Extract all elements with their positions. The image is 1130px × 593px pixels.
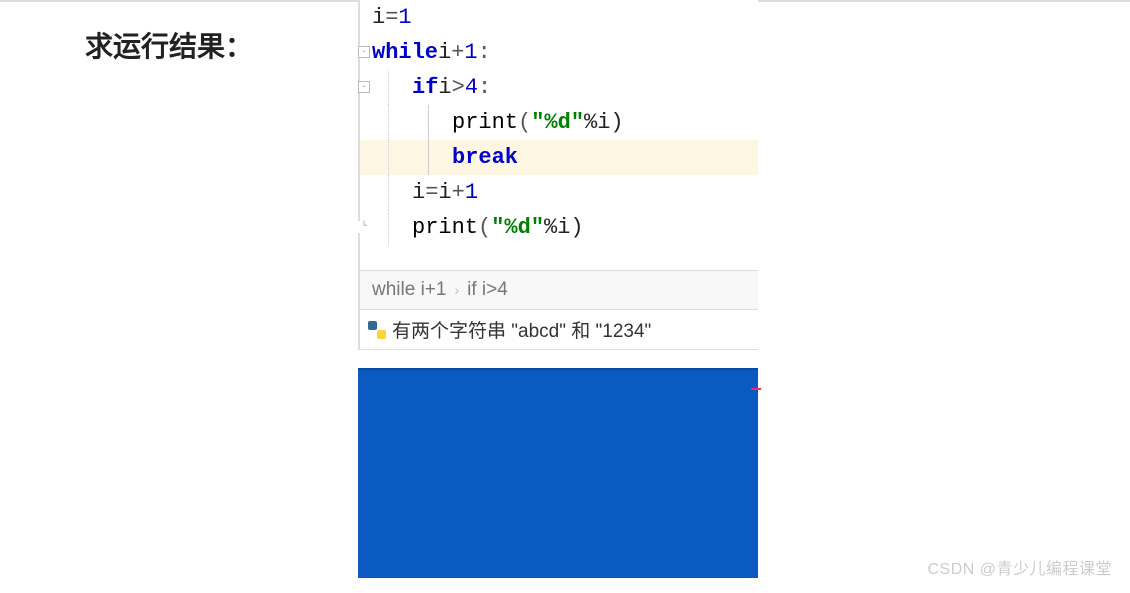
code-line-2[interactable]: - while i+1:	[360, 35, 758, 70]
paren-open: (	[518, 105, 531, 140]
str: "%d"	[491, 210, 544, 245]
paren-open: (	[478, 210, 491, 245]
indent-guide-2	[428, 140, 429, 175]
breadcrumb-item-while[interactable]: while i+1	[372, 279, 446, 301]
rhs: i	[438, 175, 451, 210]
expr-4: 4	[465, 70, 478, 105]
tab-label[interactable]: 有两个字符串 "abcd" 和 "1234"	[392, 316, 651, 343]
expr-i: i	[438, 70, 451, 105]
code-line-blank[interactable]	[360, 245, 758, 270]
indent-guide	[388, 140, 389, 175]
op-plus: +	[451, 35, 464, 70]
code-editor[interactable]: i=1 - while i+1: - if i>4: print("%d"%i)…	[360, 0, 758, 270]
chevron-right-icon: ›	[454, 282, 459, 298]
indent-guide	[388, 105, 389, 140]
code-line-4[interactable]: print("%d"%i)	[360, 105, 758, 140]
code-line-1[interactable]: i=1	[360, 0, 758, 35]
colon: :	[478, 70, 491, 105]
code-line-6[interactable]: i=i+1	[360, 175, 758, 210]
fold-icon[interactable]: └	[358, 221, 370, 233]
kw-break: break	[452, 140, 518, 175]
op-eq: =	[425, 175, 438, 210]
code-panel: i=1 - while i+1: - if i>4: print("%d"%i)…	[358, 0, 758, 350]
fn-print: print	[412, 210, 478, 245]
val: 1	[465, 175, 478, 210]
fold-icon[interactable]: -	[358, 46, 370, 58]
code-line-5[interactable]: break	[360, 140, 758, 175]
op-plus: +	[452, 175, 465, 210]
indent-guide-2	[428, 105, 429, 140]
fold-icon[interactable]: -	[358, 81, 370, 93]
expr-i: i	[438, 35, 451, 70]
breadcrumb-item-if[interactable]: if i>4	[467, 279, 508, 301]
indent-guide	[388, 175, 389, 210]
kw-while: while	[372, 35, 438, 70]
op-eq: =	[385, 0, 398, 35]
str: "%d"	[531, 105, 584, 140]
indent-guide	[388, 70, 389, 105]
rest: %i)	[544, 210, 584, 245]
watermark: CSDN @青少儿编程课堂	[927, 555, 1112, 579]
code-line-7[interactable]: └ print("%d"%i)	[360, 210, 758, 245]
rest: %i)	[584, 105, 624, 140]
lhs: i	[412, 175, 425, 210]
indent-guide	[388, 210, 389, 245]
python-icon	[368, 321, 386, 339]
expr-1: 1	[464, 35, 477, 70]
terminal-panel[interactable]	[358, 368, 758, 578]
op-gt: >	[452, 70, 465, 105]
fn-print: print	[452, 105, 518, 140]
var: i	[372, 0, 385, 35]
question-label: 求运行结果：	[85, 25, 253, 65]
val: 1	[398, 0, 411, 35]
code-line-3[interactable]: - if i>4:	[360, 70, 758, 105]
breadcrumb-bar: while i+1 › if i>4	[360, 270, 758, 310]
kw-if: if	[412, 70, 438, 105]
tab-bar: 有两个字符串 "abcd" 和 "1234"	[360, 310, 758, 350]
colon: :	[478, 35, 491, 70]
